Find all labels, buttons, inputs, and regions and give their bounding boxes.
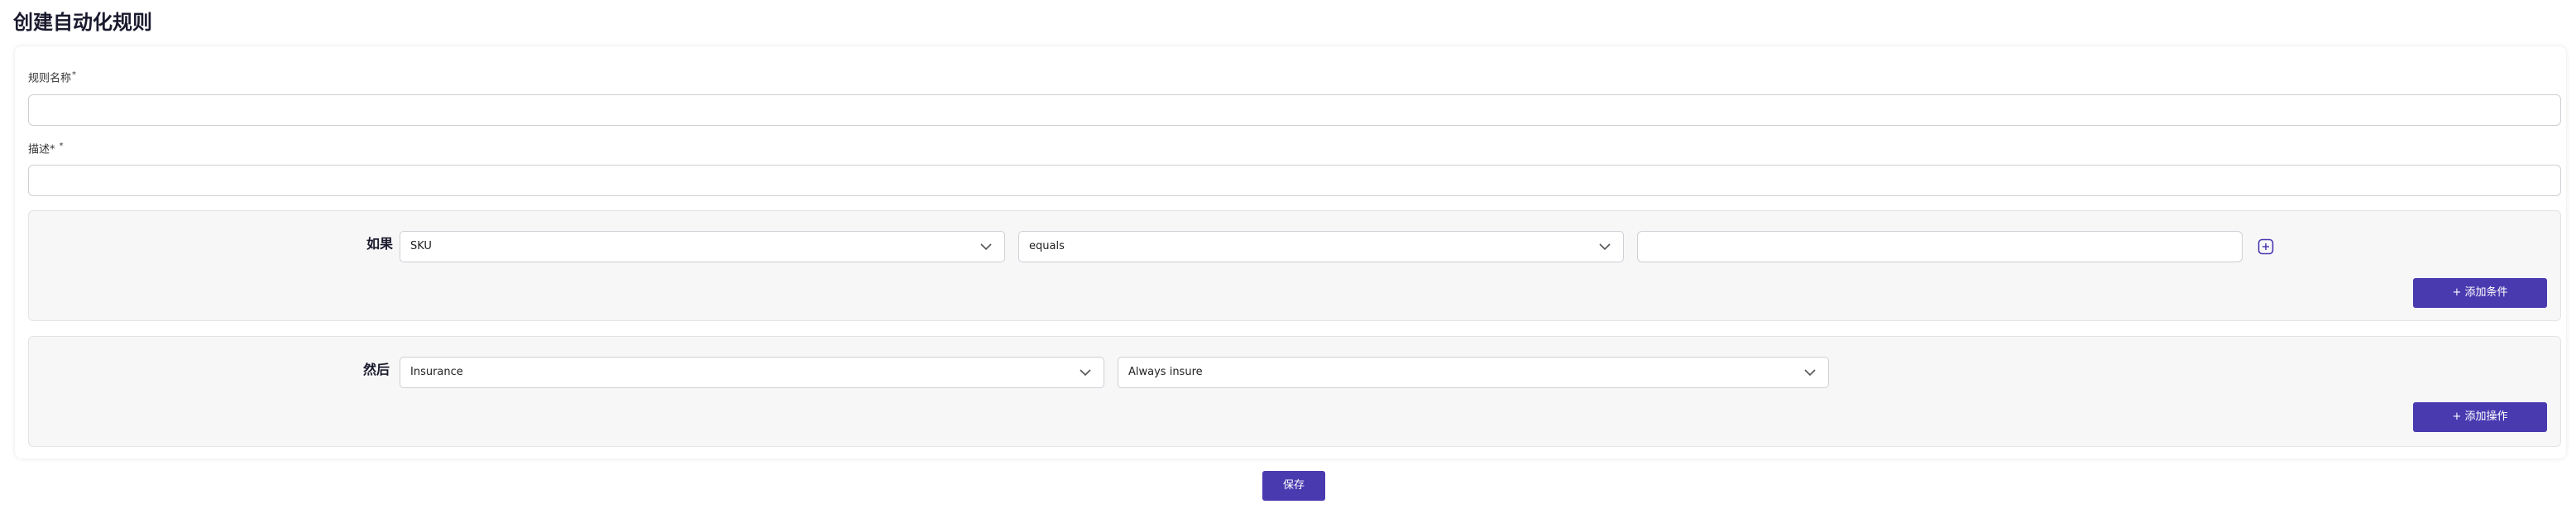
save-button[interactable]: 保存	[1262, 471, 1325, 501]
action-label: 然后	[363, 362, 390, 377]
required-mark: *	[72, 70, 77, 79]
description-input[interactable]	[28, 165, 2561, 196]
add-condition-button[interactable]: + 添加条件	[2413, 278, 2547, 308]
rule-name-input[interactable]	[28, 94, 2561, 126]
required-mark: *	[59, 142, 64, 151]
rule-name-label: 规则名称*	[28, 68, 76, 86]
action-type-value: Insurance	[410, 366, 463, 378]
page-title: 创建自动化规则	[13, 11, 152, 34]
condition-operator-value: equals	[1029, 240, 1065, 252]
chevron-down-icon	[1080, 369, 1091, 377]
description-label-text: 描述*	[28, 143, 55, 156]
description-label: 描述* *	[28, 139, 64, 157]
condition-label: 如果	[366, 236, 394, 252]
condition-operator-select[interactable]: equals	[1018, 231, 1624, 262]
chevron-down-icon	[1599, 243, 1611, 251]
plus-square-icon[interactable]	[2258, 238, 2274, 255]
condition-field-select[interactable]: SKU	[400, 231, 1005, 262]
rule-form-card: 规则名称* 描述* * 如果 SKU equals + 添加条件 然后 Insur…	[15, 46, 2566, 459]
condition-panel: 如果 SKU equals + 添加条件	[28, 210, 2561, 321]
chevron-down-icon	[1804, 369, 1816, 377]
condition-field-value: SKU	[410, 240, 432, 252]
add-action-button[interactable]: + 添加操作	[2413, 402, 2547, 432]
action-option-value: Always insure	[1128, 366, 1203, 378]
action-type-select[interactable]: Insurance	[400, 357, 1104, 388]
action-panel: 然后 Insurance Always insure + 添加操作	[28, 336, 2561, 447]
chevron-down-icon	[980, 243, 992, 251]
condition-value-input[interactable]	[1637, 231, 2243, 262]
rule-name-label-text: 规则名称	[28, 72, 72, 85]
action-option-select[interactable]: Always insure	[1118, 357, 1829, 388]
